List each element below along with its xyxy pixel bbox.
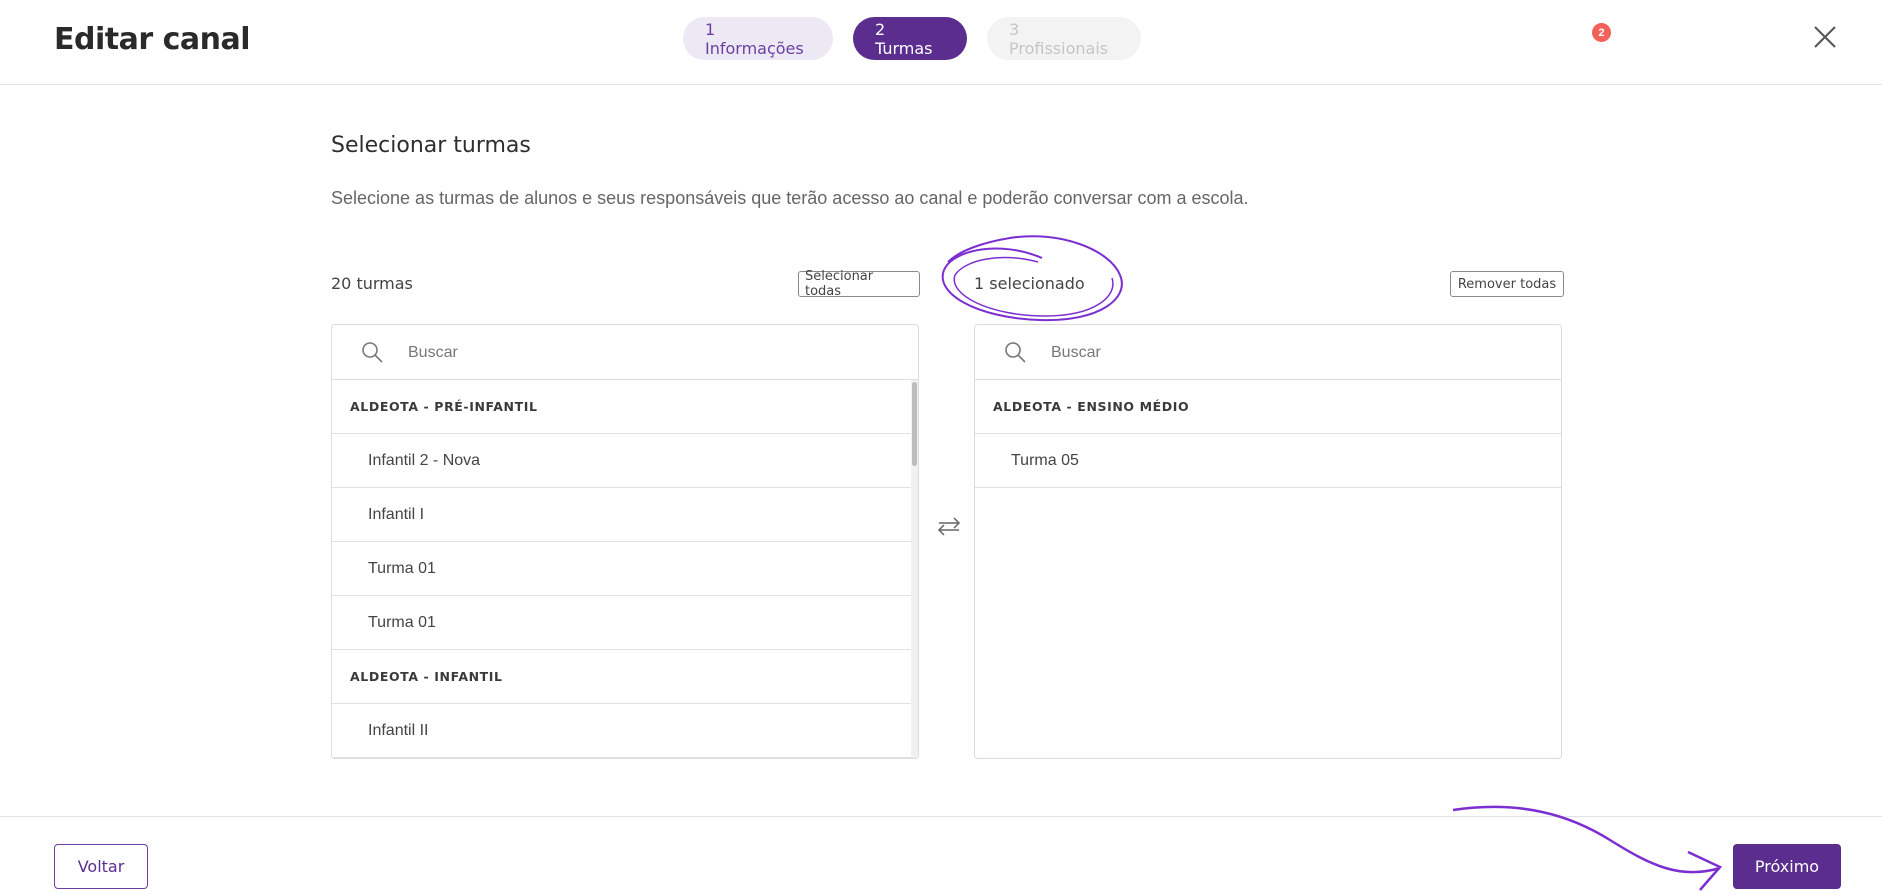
group-header: ALDEOTA - INFANTIL [332, 650, 911, 704]
selected-search-input[interactable] [1049, 337, 1513, 369]
transfer-arrows-icon [937, 517, 961, 536]
list-item[interactable]: Turma 05 [975, 434, 1561, 488]
modal-footer [0, 816, 1882, 894]
selected-classes-list: ALDEOTA - ENSINO MÉDIO Turma 05 [975, 380, 1561, 758]
scrollbar-thumb[interactable] [912, 382, 917, 466]
scrollbar[interactable] [911, 380, 918, 758]
available-count: 20 turmas [331, 274, 413, 293]
list-item[interactable]: Turma 01 [332, 596, 911, 650]
search-icon [362, 342, 383, 363]
list-item[interactable]: Infantil I [332, 488, 911, 542]
notification-badge[interactable]: 2 [1592, 23, 1611, 42]
modal-header: Editar canal 1 Informações 2 Turmas 3 Pr… [0, 0, 1882, 85]
search-icon [1005, 342, 1026, 363]
list-item[interactable]: Infantil 2 - Nova [332, 434, 911, 488]
selected-classes-panel: ALDEOTA - ENSINO MÉDIO Turma 05 [974, 324, 1562, 759]
step-informacoes[interactable]: 1 Informações [683, 17, 833, 60]
back-button[interactable]: Voltar [54, 844, 148, 889]
group-header: ALDEOTA - PRÉ-INFANTIL [332, 380, 911, 434]
available-search-input[interactable] [406, 337, 870, 369]
remove-all-button[interactable]: Remover todas [1450, 271, 1564, 297]
annotation-overlay [941, 235, 1723, 891]
page-title: Editar canal [54, 22, 251, 57]
list-item[interactable]: Turma 01 [332, 542, 911, 596]
available-classes-panel: ALDEOTA - PRÉ-INFANTIL Infantil 2 - Nova… [331, 324, 919, 759]
selected-count: 1 selecionado [974, 274, 1085, 293]
search-row [975, 325, 1561, 380]
step-profissionais: 3 Profissionais [987, 17, 1141, 60]
close-icon[interactable] [1812, 24, 1838, 50]
available-classes-list: ALDEOTA - PRÉ-INFANTIL Infantil 2 - Nova… [332, 380, 918, 758]
stepper: 1 Informações 2 Turmas 3 Profissionais [683, 17, 1141, 60]
list-item[interactable]: Infantil II [332, 704, 911, 758]
search-row [332, 325, 918, 380]
next-button[interactable]: Próximo [1733, 844, 1841, 889]
select-all-button[interactable]: Selecionar todas [798, 269, 920, 299]
group-header: ALDEOTA - ENSINO MÉDIO [975, 380, 1561, 434]
section-description: Selecione as turmas de alunos e seus res… [331, 188, 1249, 208]
step-turmas[interactable]: 2 Turmas [853, 17, 967, 60]
section-title: Selecionar turmas [331, 133, 531, 158]
